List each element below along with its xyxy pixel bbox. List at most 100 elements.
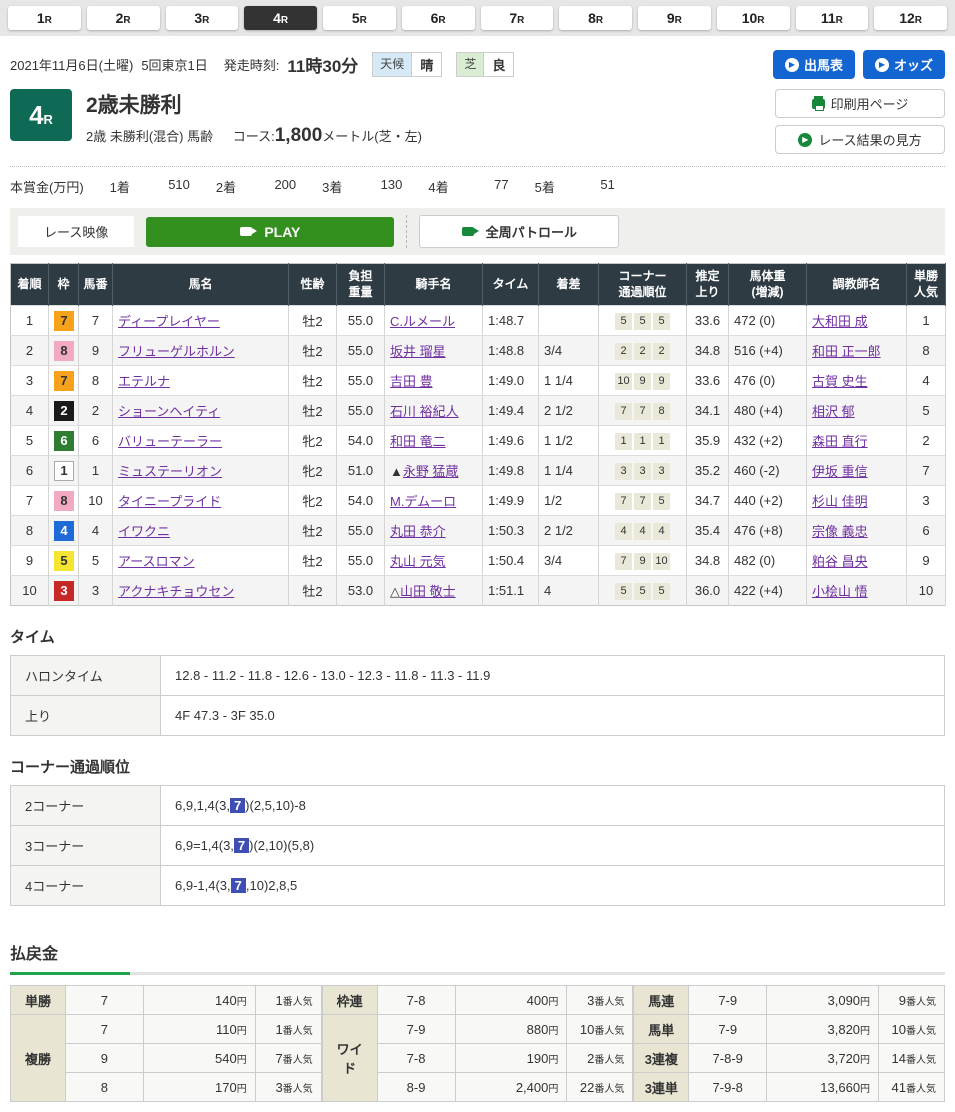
race-tab-10r[interactable]: 10R <box>717 6 790 30</box>
horse-name-cell: バリューテーラー <box>113 426 289 456</box>
trainer-name-link[interactable]: 和田 正一郎 <box>812 344 881 359</box>
race-tab-9r[interactable]: 9R <box>638 6 711 30</box>
time-row: ハロンタイム12.8 - 11.2 - 11.8 - 12.6 - 13.0 -… <box>11 656 945 696</box>
page-content: 2021年11月6日(土曜) 5回東京1日 発走時刻: 11時30分 天候 晴 … <box>0 50 955 1102</box>
race-tab-12r[interactable]: 12R <box>874 6 947 30</box>
prize-item: 3着130 <box>322 177 402 196</box>
race-meeting: 5回東京1日 <box>141 55 207 74</box>
corner-positions: 333 <box>599 456 687 486</box>
patrol-video-button[interactable]: 全周パトロール <box>419 215 619 248</box>
trainer-name-link[interactable]: 古賀 史生 <box>812 374 868 389</box>
finish-position: 7 <box>11 486 49 516</box>
jockey-name-link[interactable]: 丸田 恭介 <box>390 524 446 539</box>
horse-name-cell: ミュステーリオン <box>113 456 289 486</box>
trainer-name-link[interactable]: 小桧山 悟 <box>812 584 868 599</box>
jockey-name-link[interactable]: 和田 竜二 <box>390 434 446 449</box>
trainer-cell: 和田 正一郎 <box>807 336 907 366</box>
trainer-name-link[interactable]: 粕谷 昌央 <box>812 554 868 569</box>
horse-name-link[interactable]: ディープレイヤー <box>118 314 220 329</box>
payout-row: 3連単7-9-813,660円41番人気 <box>634 1073 945 1102</box>
horse-name-cell: イワクニ <box>113 516 289 546</box>
body-weight: 480 (+4) <box>729 396 807 426</box>
carried-weight: 55.0 <box>337 306 385 336</box>
corner-positions: 444 <box>599 516 687 546</box>
jockey-name-link[interactable]: 石川 裕紀人 <box>390 404 459 419</box>
results-column-header: 馬体重 (増減) <box>729 264 807 306</box>
trainer-name-link[interactable]: 森田 直行 <box>812 434 868 449</box>
horse-name-cell: エテルナ <box>113 366 289 396</box>
horse-name-cell: アースロマン <box>113 546 289 576</box>
payout-amount-value: 13,660 <box>820 1080 860 1095</box>
entries-button[interactable]: 出馬表 <box>773 50 855 79</box>
horse-name-link[interactable]: フリューゲルホルン <box>118 344 235 359</box>
horse-name-link[interactable]: ミュステーリオン <box>118 464 222 479</box>
race-tab-5r[interactable]: 5R <box>323 6 396 30</box>
payout-bet-type: 馬連 <box>634 986 689 1015</box>
horse-name-link[interactable]: ショーンヘイティ <box>118 404 220 419</box>
payout-column-table: 馬連7-93,090円9番人気馬単7-93,820円10番人気3連複7-8-93… <box>633 985 945 1102</box>
race-tab-7r[interactable]: 7R <box>481 6 554 30</box>
race-tab-1r[interactable]: 1R <box>8 6 81 30</box>
odds-button[interactable]: オッズ <box>863 50 945 79</box>
race-tab-3r[interactable]: 3R <box>166 6 239 30</box>
horse-name-link[interactable]: アクナキチョウセン <box>118 584 234 599</box>
horse-number: 6 <box>79 426 113 456</box>
race-tab-6r[interactable]: 6R <box>402 6 475 30</box>
jockey-name-link[interactable]: 吉田 豊 <box>390 374 433 389</box>
prize-row: 本賞金(万円) 1着5102着2003着1304着775着51 <box>10 167 945 208</box>
trainer-name-link[interactable]: 相沢 郁 <box>812 404 855 419</box>
horse-name-link[interactable]: タイニープライド <box>118 494 221 509</box>
carried-weight: 54.0 <box>337 486 385 516</box>
play-button[interactable]: PLAY <box>146 217 394 247</box>
payout-title-underline <box>10 972 945 975</box>
race-tab-4r[interactable]: 4R <box>244 6 317 30</box>
horse-name-link[interactable]: イワクニ <box>118 524 170 539</box>
payout-popularity-suffix: 番人気 <box>283 997 313 1008</box>
jockey-name-link[interactable]: C.ルメール <box>390 314 455 329</box>
race-tab-2r[interactable]: 2R <box>87 6 160 30</box>
trainer-name-link[interactable]: 宗像 義忠 <box>812 524 868 539</box>
payout-amount-value: 3,820 <box>828 1022 861 1037</box>
trainer-name-link[interactable]: 杉山 佳明 <box>812 494 868 509</box>
sex-age: 牡2 <box>289 306 337 336</box>
horse-number: 1 <box>79 456 113 486</box>
payout-amount-value: 3,720 <box>828 1051 861 1066</box>
horse-number: 8 <box>79 366 113 396</box>
race-video-label: レース映像 <box>18 216 134 247</box>
corner-position-chip: 4 <box>634 523 651 540</box>
corner-table: 2コーナー6,9,1,4(3,7)(2,5,10)-83コーナー6,9=1,4(… <box>10 785 945 906</box>
payout-popularity: 7番人気 <box>255 1044 321 1073</box>
jockey-name-link[interactable]: M.デムーロ <box>390 494 456 509</box>
frame-badge: 8 <box>54 341 74 361</box>
jockey-cell: 丸山 元気 <box>385 546 483 576</box>
horse-name-link[interactable]: エテルナ <box>118 374 170 389</box>
prize-item: 2着200 <box>216 177 296 196</box>
print-button[interactable]: 印刷用ページ <box>775 89 945 118</box>
trainer-name-link[interactable]: 大和田 成 <box>812 314 868 329</box>
payout-yen-suffix: 円 <box>237 1084 247 1095</box>
race-tab-11r[interactable]: 11R <box>796 6 869 30</box>
jockey-cell: 石川 裕紀人 <box>385 396 483 426</box>
payout-popularity-suffix: 番人気 <box>594 997 624 1008</box>
race-tab-number: 10 <box>742 10 758 26</box>
guide-button[interactable]: レース結果の見方 <box>775 125 945 154</box>
payout-column-table: 枠連7-8400円3番人気ワイド7-9880円10番人気7-8190円2番人気8… <box>322 985 634 1102</box>
payout-row: 3連複7-8-93,720円14番人気 <box>634 1044 945 1073</box>
corner-position-chip: 1 <box>653 433 670 450</box>
jockey-name-link[interactable]: 永野 猛蔵 <box>403 464 459 479</box>
corner-position-chip: 3 <box>615 463 632 480</box>
payout-amount-value: 2,400 <box>516 1080 549 1095</box>
carried-weight: 55.0 <box>337 336 385 366</box>
horse-name-link[interactable]: アースロマン <box>118 554 195 569</box>
horse-name-link[interactable]: バリューテーラー <box>118 434 222 449</box>
horse-name-cell: ディープレイヤー <box>113 306 289 336</box>
finish-position: 8 <box>11 516 49 546</box>
jockey-name-link[interactable]: 山田 敬士 <box>400 584 456 599</box>
jockey-name-link[interactable]: 坂井 瑠星 <box>390 344 446 359</box>
trainer-name-link[interactable]: 伊坂 重信 <box>812 464 868 479</box>
race-tab-8r[interactable]: 8R <box>559 6 632 30</box>
trainer-cell: 粕谷 昌央 <box>807 546 907 576</box>
body-weight: 432 (+2) <box>729 426 807 456</box>
jockey-name-link[interactable]: 丸山 元気 <box>390 554 446 569</box>
course-distance: 1,800 <box>275 125 323 146</box>
